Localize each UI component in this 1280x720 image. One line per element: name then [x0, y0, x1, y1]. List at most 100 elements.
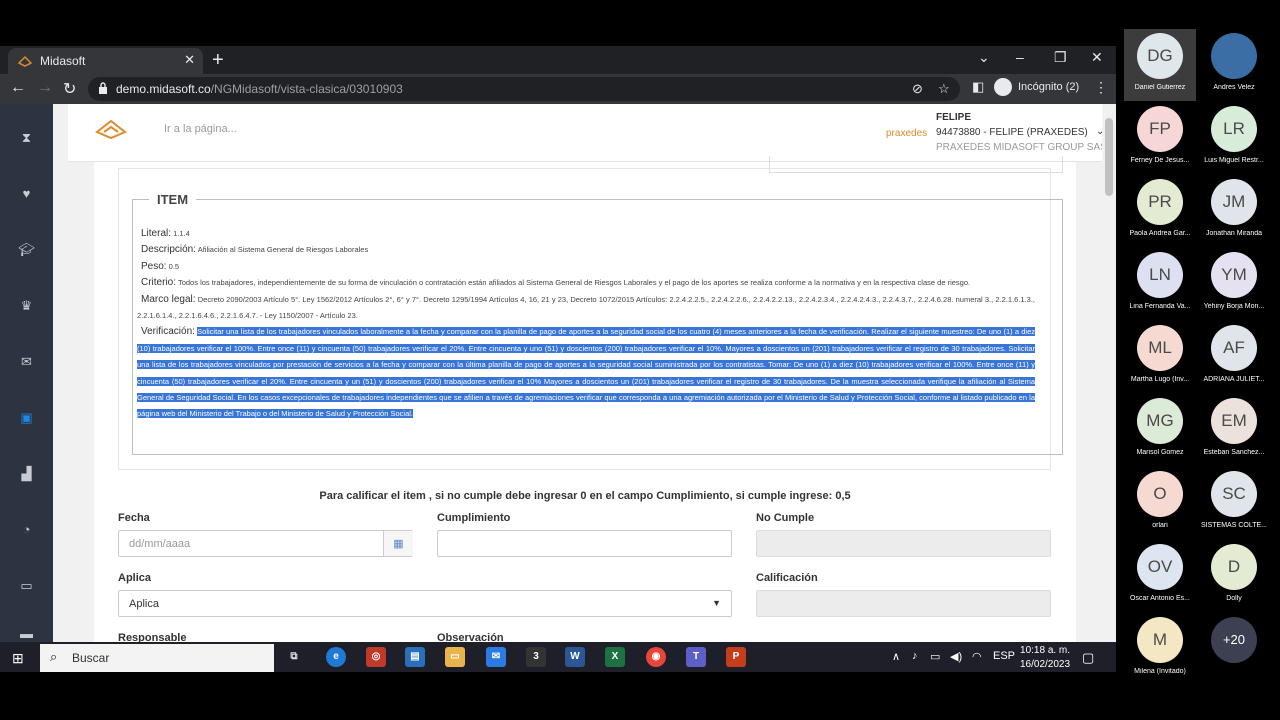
participant-tile[interactable]: LN Lina Fernanda Va...: [1124, 248, 1196, 320]
peso-label: Peso:: [141, 260, 167, 272]
screen: Midasoft ✕ + ⌄ – ❐ ✕ ← → ↻ demo.midasoft…: [0, 0, 1280, 720]
chrome-icon[interactable]: ◉: [646, 647, 666, 667]
microphone-icon[interactable]: ♪: [912, 650, 918, 662]
store-icon[interactable]: ▤: [405, 647, 425, 667]
page-scrollbar[interactable]: [1102, 104, 1116, 642]
participant-tile[interactable]: Andres Velez: [1198, 29, 1270, 101]
chat-icon[interactable]: ✉: [8, 354, 45, 376]
midasoft-logo-icon[interactable]: [94, 118, 128, 140]
task-view-icon[interactable]: ⧉: [284, 647, 304, 667]
nocumple-input: [756, 530, 1051, 557]
new-tab-icon[interactable]: +: [212, 49, 224, 72]
participant-tile[interactable]: AF ADRIANA JULIET...: [1198, 321, 1270, 393]
minimize-icon[interactable]: –: [1016, 49, 1024, 65]
battery-icon[interactable]: ▭: [930, 650, 940, 663]
more-participants-button[interactable]: +20: [1198, 613, 1270, 685]
url-path: /NGMidasoft/vista-clasica/03010903: [210, 82, 403, 96]
aplica-label: Aplica: [118, 572, 152, 584]
avatar: JM: [1211, 179, 1257, 225]
participant-tile[interactable]: YM Yehiny Borja Mon...: [1198, 248, 1270, 320]
tracking-blocked-icon[interactable]: ⊘: [912, 81, 923, 97]
cumplimiento-input[interactable]: [437, 530, 732, 557]
calendar-icon[interactable]: ▦: [383, 531, 413, 556]
avatar: FP: [1137, 106, 1183, 152]
notifications-icon[interactable]: ▢: [1082, 650, 1094, 666]
teams-icon[interactable]: T: [686, 647, 706, 667]
close-window-icon[interactable]: ✕: [1091, 49, 1103, 66]
item-details: Literal: 1.1.4 Descripción: Afiliación a…: [137, 226, 1035, 423]
powerpoint-icon[interactable]: P: [726, 647, 746, 667]
graduation-cap-icon[interactable]: 🎓︎: [8, 242, 45, 264]
page: ⧗ ♥ 🎓︎ ♛ ✉ ▣ ▟ ◔ ▭ ▬ Ir a la página... p…: [0, 104, 1116, 642]
participant-tile[interactable]: ML Martha Lugo (Inv...: [1124, 321, 1196, 393]
edge-icon[interactable]: e: [326, 647, 346, 667]
participant-tile[interactable]: M Milena (Invitado): [1124, 613, 1196, 685]
user-company: PRAXEDES MIDASOFT GROUP SAS: [936, 142, 1107, 153]
excel-icon[interactable]: X: [605, 647, 625, 667]
user-id: 94473880 - FELIPE (PRAXEDES): [936, 127, 1088, 138]
wifi-icon[interactable]: ◠: [972, 650, 982, 663]
participant-tile[interactable]: O orlari: [1124, 467, 1196, 539]
more-icon[interactable]: ▬: [8, 626, 45, 642]
toolbox-icon[interactable]: ▣: [8, 410, 45, 432]
taskbar-search-label: Buscar: [72, 651, 110, 665]
file-explorer-icon[interactable]: ▭: [445, 647, 465, 667]
tray-chevron-icon[interactable]: ∧: [892, 650, 900, 663]
address-bar[interactable]: demo.midasoft.co/NGMidasoft/vista-clasic…: [88, 77, 960, 101]
volume-icon[interactable]: ◀): [950, 650, 962, 663]
descripcion-label: Descripción:: [141, 244, 197, 256]
avatar: M: [1137, 617, 1183, 663]
scrollbar-thumb[interactable]: [1105, 118, 1113, 196]
participant-tile[interactable]: FP Ferney De Jesus...: [1124, 102, 1196, 174]
participant-tile[interactable]: OV Oscar Antonio Es...: [1124, 540, 1196, 612]
participant-tile[interactable]: EM Esteban Sanchez...: [1198, 394, 1270, 466]
user-name[interactable]: FELIPE: [936, 112, 971, 123]
participant-name: ADRIANA JULIET...: [1203, 376, 1265, 383]
taskbar-clock[interactable]: 10:18 a. m. 16/02/2023: [1020, 644, 1070, 672]
hourglass-icon[interactable]: ⧗: [8, 130, 45, 152]
avatar: DG: [1137, 33, 1183, 79]
money-icon[interactable]: ▭: [8, 578, 45, 600]
participant-name: Ferney De Jesus...: [1130, 157, 1190, 164]
avatar: O: [1137, 471, 1183, 517]
avatar-photo: [1211, 33, 1257, 79]
app-red-icon[interactable]: ◎: [366, 647, 386, 667]
bookmark-star-icon[interactable]: ☆: [938, 81, 950, 97]
fecha-input[interactable]: dd/mm/aaaa ▦: [118, 530, 413, 557]
avatar: AF: [1211, 325, 1257, 371]
participant-tile[interactable]: MG Marisol Gomez: [1124, 394, 1196, 466]
reload-icon[interactable]: ↻: [63, 79, 76, 99]
restore-icon[interactable]: ❐: [1054, 49, 1067, 66]
participant-tile[interactable]: DG Daniel Gutierrez: [1124, 29, 1196, 101]
avatar: EM: [1211, 398, 1257, 444]
side-panel-icon[interactable]: ◧: [972, 79, 984, 95]
participant-tile[interactable]: PR Paola Andrea Gar...: [1124, 175, 1196, 247]
forward-icon[interactable]: →: [37, 79, 53, 97]
mail-icon[interactable]: ✉: [486, 647, 506, 667]
windows-start-icon[interactable]: ⊞: [12, 650, 24, 667]
browser-tab[interactable]: Midasoft ✕: [8, 48, 203, 74]
back-icon[interactable]: ←: [10, 79, 26, 97]
aplica-select[interactable]: Aplica ▼: [118, 590, 732, 617]
criterio-value: Todos los trabajadores, independientemen…: [177, 278, 971, 288]
participant-tile[interactable]: D Dolly: [1198, 540, 1270, 612]
3cx-icon[interactable]: 3: [526, 647, 546, 667]
browser-menu-icon[interactable]: ⋮: [1094, 79, 1108, 96]
pie-chart-icon[interactable]: ◔: [8, 522, 45, 544]
goto-page-input[interactable]: Ir a la página...: [164, 123, 237, 135]
tab-search-icon[interactable]: ⌄: [978, 49, 990, 66]
incognito-indicator[interactable]: Incógnito (2): [994, 78, 1079, 100]
word-icon[interactable]: W: [565, 647, 585, 667]
windows-taskbar: ⊞ ⌕ Buscar ⧉ e ◎ ▤ ▭ ✉ 3 W X ◉ T P ∧ ♪ ▭…: [0, 642, 1116, 672]
language-indicator[interactable]: ESP: [993, 650, 1015, 662]
participant-tile[interactable]: JM Jonathan Miranda: [1198, 175, 1270, 247]
heartbeat-icon[interactable]: ♥: [8, 186, 45, 208]
taskbar-search[interactable]: ⌕ Buscar: [40, 644, 274, 672]
participant-tile[interactable]: SC SISTEMAS COLTE...: [1198, 467, 1270, 539]
tab-close-icon[interactable]: ✕: [184, 52, 195, 68]
area-chart-icon[interactable]: ▟: [8, 466, 45, 488]
participant-tile[interactable]: LR Luis Miguel Restr...: [1198, 102, 1270, 174]
avatar: OV: [1137, 544, 1183, 590]
marco-legal-value: Decreto 2090/2003 Artículo 5°. Ley 1562/…: [137, 294, 1035, 321]
trophy-icon[interactable]: ♛: [8, 298, 45, 320]
